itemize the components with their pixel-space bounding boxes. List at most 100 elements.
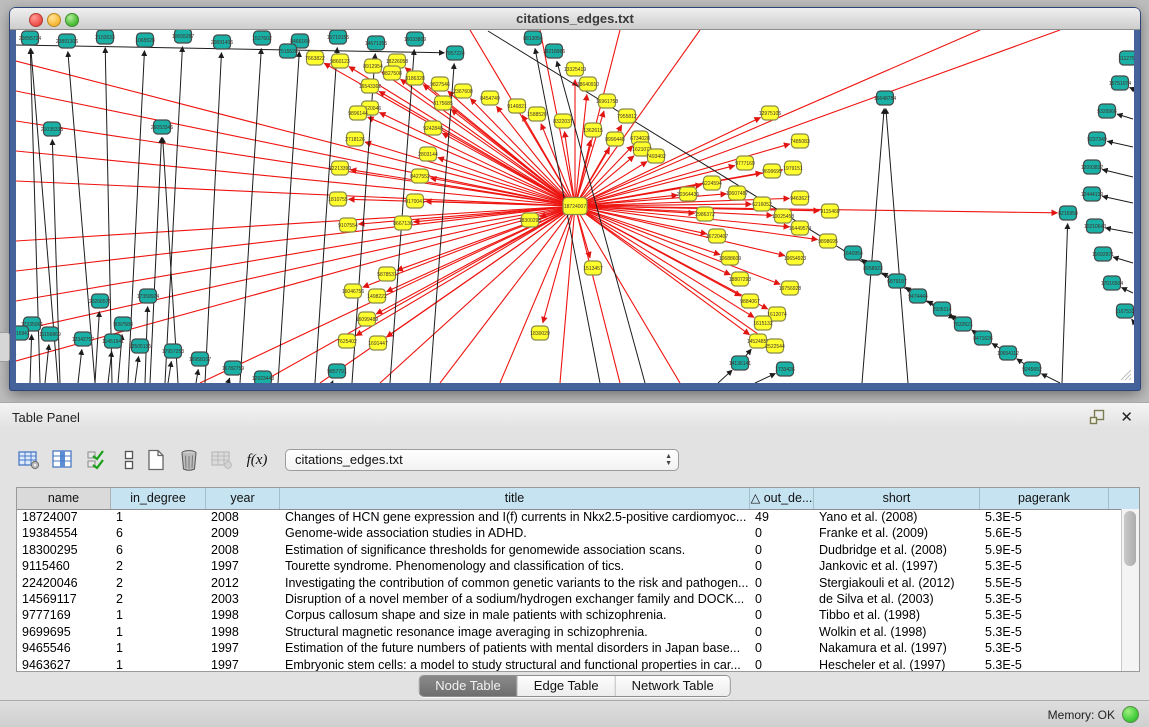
cell-in_degree[interactable]: 6 xyxy=(111,542,206,558)
cell-year[interactable]: 2009 xyxy=(206,525,280,541)
cell-out_de[interactable]: 0 xyxy=(750,640,814,656)
table-row[interactable]: 1872400712008Changes of HCN gene express… xyxy=(17,509,1109,525)
cell-title[interactable]: Structural magnetic resonance image aver… xyxy=(280,624,750,640)
column-header-short[interactable]: short xyxy=(814,488,980,509)
function-builder-button[interactable]: f(x) xyxy=(244,447,270,473)
cell-title[interactable]: Estimation of the future numbers of pati… xyxy=(280,640,750,656)
cell-in_degree[interactable]: 1 xyxy=(111,657,206,671)
cell-short[interactable]: Dudbridge et al. (2008) xyxy=(814,542,980,558)
cell-short[interactable]: Franke et al. (2009) xyxy=(814,525,980,541)
cell-year[interactable]: 2008 xyxy=(206,509,280,525)
table-row[interactable]: 946362711997Embryonic stem cells: a mode… xyxy=(17,657,1109,671)
cell-short[interactable]: Jankovic et al. (1997) xyxy=(814,558,980,574)
cell-in_degree[interactable]: 2 xyxy=(111,575,206,591)
column-header-title[interactable]: title xyxy=(280,488,750,509)
table-row[interactable]: 1830029562008Estimation of significance … xyxy=(17,542,1109,558)
cell-out_de[interactable]: 0 xyxy=(750,575,814,591)
cell-short[interactable]: Stergiakouli et al. (2012) xyxy=(814,575,980,591)
network-canvas[interactable]: 1872400718300295766382298601238912954182… xyxy=(16,30,1134,383)
close-panel-icon[interactable]: ✕ xyxy=(1120,408,1133,426)
cell-short[interactable]: Hescheler et al. (1997) xyxy=(814,657,980,671)
cell-short[interactable]: Wolkin et al. (1998) xyxy=(814,624,980,640)
cell-in_degree[interactable]: 1 xyxy=(111,640,206,656)
cell-out_de[interactable]: 0 xyxy=(750,624,814,640)
cell-out_de[interactable]: 0 xyxy=(750,591,814,607)
cell-year[interactable]: 2003 xyxy=(206,591,280,607)
cell-pagerank[interactable]: 5.3E-5 xyxy=(980,657,1109,671)
table-row[interactable]: 969969511998Structural magnetic resonanc… xyxy=(17,624,1109,640)
cell-year[interactable]: 2008 xyxy=(206,542,280,558)
cell-pagerank[interactable]: 5.3E-5 xyxy=(980,558,1109,574)
cell-short[interactable]: Nakamura et al. (1997) xyxy=(814,640,980,656)
cell-name[interactable]: 19384554 xyxy=(17,525,111,541)
column-header-in_degree[interactable]: in_degree xyxy=(111,488,206,509)
canvas-resize-grip[interactable] xyxy=(1118,367,1132,381)
new-table-button[interactable] xyxy=(143,447,169,473)
cell-pagerank[interactable]: 5.3E-5 xyxy=(980,591,1109,607)
column-header-out_de[interactable]: △ out_de... xyxy=(750,488,814,509)
cell-year[interactable]: 1997 xyxy=(206,657,280,671)
cell-out_de[interactable]: 0 xyxy=(750,525,814,541)
delete-rows-button[interactable] xyxy=(176,447,202,473)
cell-pagerank[interactable]: 5.6E-5 xyxy=(980,525,1109,541)
cell-title[interactable]: Disruption of a novel member of a sodium… xyxy=(280,591,750,607)
table-row[interactable]: 2242004622012Investigating the contribut… xyxy=(17,575,1109,591)
column-header-pagerank[interactable]: pagerank xyxy=(980,488,1109,509)
column-checks-button[interactable] xyxy=(84,447,110,473)
cell-out_de[interactable]: 0 xyxy=(750,607,814,623)
delete-table-button[interactable] xyxy=(209,447,235,473)
cell-short[interactable]: de Silva et al. (2003) xyxy=(814,591,980,607)
cell-name[interactable]: 9777169 xyxy=(17,607,111,623)
float-panel-icon[interactable] xyxy=(1089,409,1105,425)
memory-status-indicator[interactable] xyxy=(1122,706,1139,723)
cell-in_degree[interactable]: 1 xyxy=(111,624,206,640)
row-height-button[interactable] xyxy=(116,447,142,473)
cell-title[interactable]: Embryonic stem cells: a model to study s… xyxy=(280,657,750,671)
table-row[interactable]: 911546021997Tourette syndrome. Phenomeno… xyxy=(17,558,1109,574)
scrollbar-thumb[interactable] xyxy=(1124,511,1136,566)
cell-pagerank[interactable]: 5.3E-5 xyxy=(980,624,1109,640)
cell-name[interactable]: 9699695 xyxy=(17,624,111,640)
cell-short[interactable]: Tibbo et al. (1998) xyxy=(814,607,980,623)
cell-in_degree[interactable]: 1 xyxy=(111,509,206,525)
cell-pagerank[interactable]: 5.5E-5 xyxy=(980,575,1109,591)
cell-name[interactable]: 9463627 xyxy=(17,657,111,671)
cell-name[interactable]: 9115460 xyxy=(17,558,111,574)
cell-title[interactable]: Investigating the contribution of common… xyxy=(280,575,750,591)
cell-title[interactable]: Changes of HCN gene expression and I(f) … xyxy=(280,509,750,525)
cell-title[interactable]: Estimation of significance thresholds fo… xyxy=(280,542,750,558)
cell-year[interactable]: 2012 xyxy=(206,575,280,591)
cell-in_degree[interactable]: 6 xyxy=(111,525,206,541)
cell-pagerank[interactable]: 5.9E-5 xyxy=(980,542,1109,558)
table-row[interactable]: 946554611997Estimation of the future num… xyxy=(17,640,1109,656)
select-column-button[interactable] xyxy=(50,447,76,473)
cell-title[interactable]: Corpus callosum shape and size in male p… xyxy=(280,607,750,623)
cell-year[interactable]: 1997 xyxy=(206,558,280,574)
cell-name[interactable]: 22420046 xyxy=(17,575,111,591)
cell-pagerank[interactable]: 5.3E-5 xyxy=(980,640,1109,656)
network-graph[interactable]: 1872400718300295766382298601238912954182… xyxy=(16,30,1134,383)
cell-in_degree[interactable]: 1 xyxy=(111,607,206,623)
vertical-scrollbar[interactable] xyxy=(1121,509,1139,671)
table-row[interactable]: 1456911722003Disruption of a novel membe… xyxy=(17,591,1109,607)
cell-name[interactable]: 9465546 xyxy=(17,640,111,656)
cell-out_de[interactable]: 0 xyxy=(750,657,814,671)
tab-network-table[interactable]: Network Table xyxy=(616,676,730,696)
cell-name[interactable]: 14569117 xyxy=(17,591,111,607)
column-header-name[interactable]: name xyxy=(17,488,111,509)
table-row[interactable]: 1938455462009Genome-wide association stu… xyxy=(17,525,1109,541)
cell-title[interactable]: Tourette syndrome. Phenomenology and cla… xyxy=(280,558,750,574)
window-titlebar[interactable]: citations_edges.txt xyxy=(10,8,1140,30)
column-header-year[interactable]: year xyxy=(206,488,280,509)
cell-name[interactable]: 18724007 xyxy=(17,509,111,525)
cell-in_degree[interactable]: 2 xyxy=(111,591,206,607)
cell-title[interactable]: Genome-wide association studies in ADHD. xyxy=(280,525,750,541)
cell-pagerank[interactable]: 5.3E-5 xyxy=(980,607,1109,623)
cell-out_de[interactable]: 49 xyxy=(750,509,814,525)
table-row[interactable]: 977716911998Corpus callosum shape and si… xyxy=(17,607,1109,623)
cell-out_de[interactable]: 0 xyxy=(750,558,814,574)
cell-in_degree[interactable]: 2 xyxy=(111,558,206,574)
cell-year[interactable]: 1998 xyxy=(206,607,280,623)
cell-short[interactable]: Yano et al. (2008) xyxy=(814,509,980,525)
tab-edge-table[interactable]: Edge Table xyxy=(518,676,616,696)
